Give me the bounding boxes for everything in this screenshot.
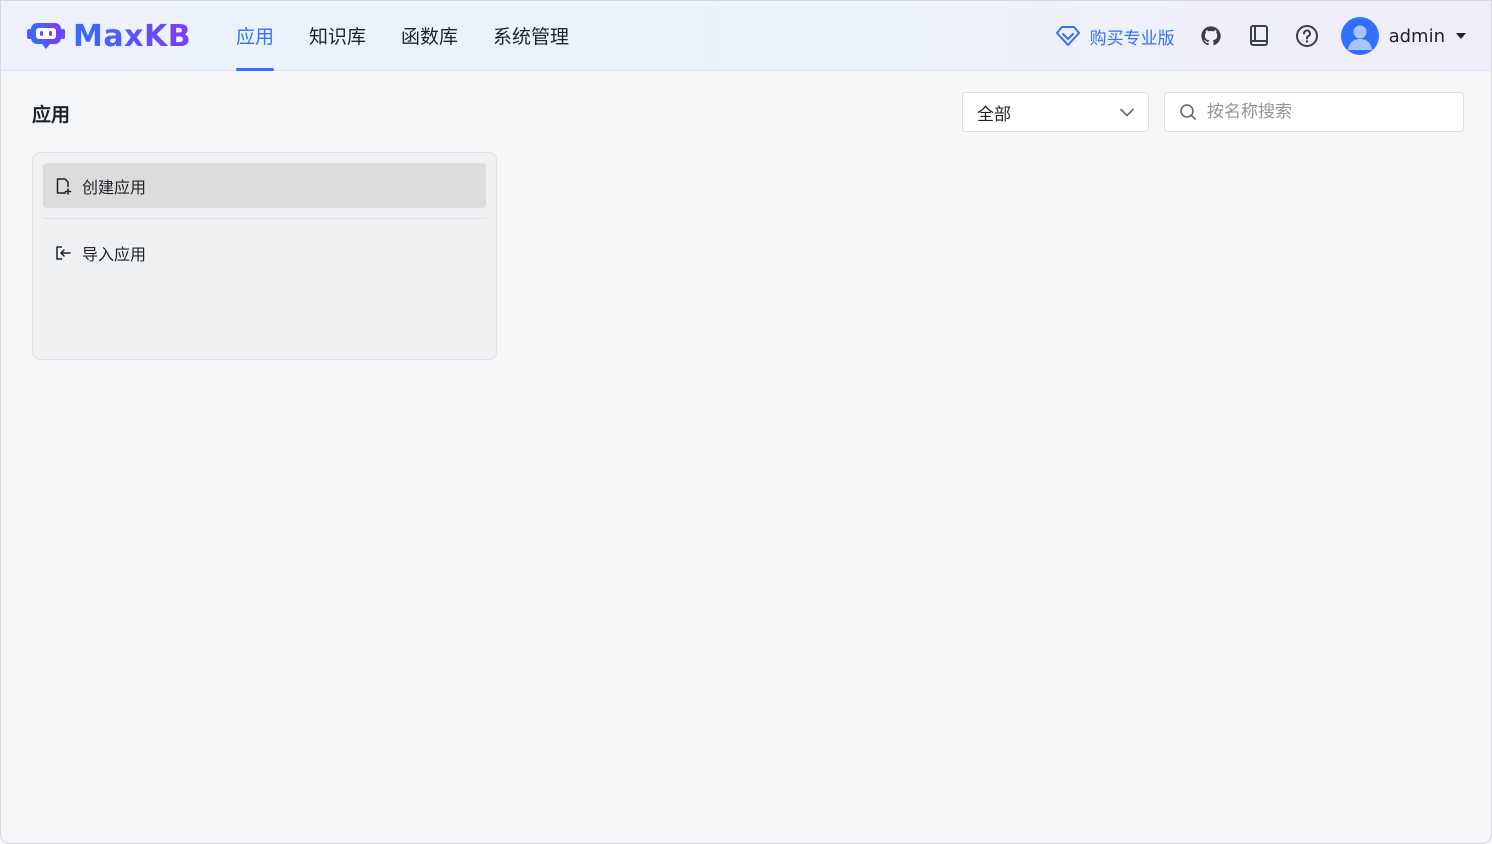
buy-pro-label: 购买专业版 — [1089, 28, 1175, 49]
create-app-button[interactable]: 创建应用 — [43, 163, 486, 208]
user-avatar-icon — [1347, 25, 1372, 50]
create-app-card: 创建应用 导入应用 — [32, 152, 497, 360]
user-menu[interactable]: admin — [1340, 17, 1467, 55]
buy-pro-button[interactable]: 购买专业版 — [1055, 24, 1175, 49]
header-actions: 购买专业版 admin — [1055, 1, 1467, 71]
type-filter-select[interactable]: 全部 — [962, 92, 1149, 132]
manual-book-icon[interactable] — [1247, 24, 1271, 48]
import-app-label: 导入应用 — [82, 244, 147, 264]
chevron-down-icon — [1120, 108, 1134, 116]
github-icon[interactable] — [1199, 24, 1223, 48]
nav-tab-knowledge-base[interactable]: 知识库 — [309, 1, 366, 71]
diamond-icon — [1055, 26, 1080, 46]
import-app-button[interactable]: 导入应用 — [43, 230, 486, 275]
app-window: MaxKB 应用 知识库 函数库 系统管理 购买专业版 admin 应用 全部 … — [0, 0, 1492, 844]
nav-tab-applications[interactable]: 应用 — [236, 1, 275, 71]
username: admin — [1388, 25, 1445, 47]
logo[interactable]: MaxKB — [27, 18, 192, 54]
nav-tab-function-library[interactable]: 函数库 — [401, 1, 458, 71]
new-file-icon — [56, 177, 72, 195]
page-title: 应用 — [32, 104, 71, 126]
nav-tab-system-management[interactable]: 系统管理 — [493, 1, 569, 71]
maxkb-logo-icon — [27, 23, 65, 49]
create-app-label: 创建应用 — [82, 177, 147, 197]
top-header: MaxKB 应用 知识库 函数库 系统管理 购买专业版 admin — [1, 1, 1491, 71]
divider — [43, 218, 486, 219]
help-icon[interactable] — [1295, 24, 1319, 48]
select-value: 全部 — [977, 104, 1011, 125]
search-input[interactable] — [1207, 102, 1447, 122]
search-icon — [1180, 104, 1196, 120]
caret-down-icon — [1456, 33, 1466, 39]
avatar — [1340, 17, 1379, 55]
brand-name: MaxKB — [73, 18, 192, 54]
import-icon — [56, 245, 71, 260]
search-box — [1164, 92, 1464, 132]
main-nav: 应用 知识库 函数库 系统管理 — [236, 1, 604, 71]
